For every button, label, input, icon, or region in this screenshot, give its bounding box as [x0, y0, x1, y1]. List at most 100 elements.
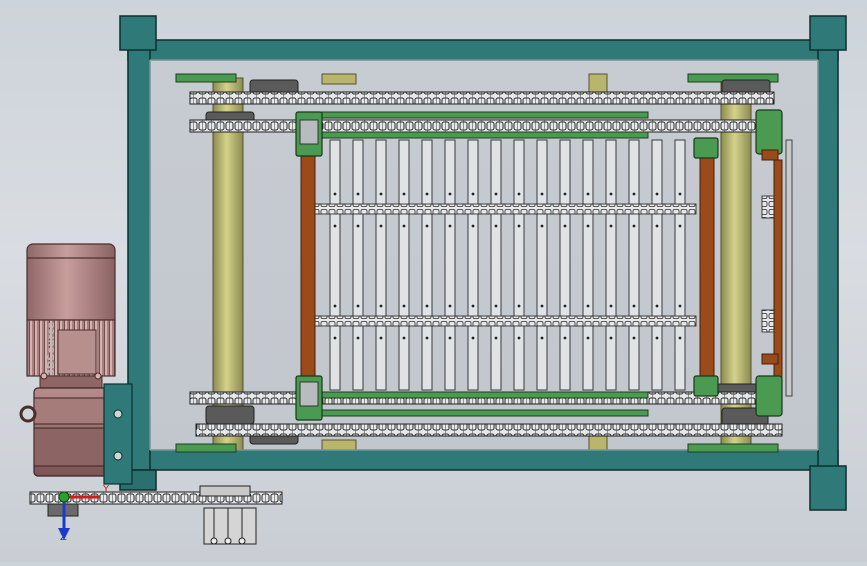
- bracket-top-far-right: [755, 109, 783, 155]
- slat-rivet: [402, 304, 406, 308]
- slat-rivet: [586, 304, 590, 308]
- slat-rivet: [517, 224, 521, 228]
- slat-rivet: [333, 304, 337, 308]
- frame-top-rail: [127, 39, 839, 61]
- bracket-bottom-right: [693, 375, 719, 397]
- slat-rivet: [655, 336, 659, 340]
- slat-rivet: [379, 336, 383, 340]
- slat-rivet: [356, 304, 360, 308]
- slat-rivet: [609, 224, 613, 228]
- slat: [674, 139, 686, 391]
- frame-right-post: [817, 39, 839, 471]
- slat-rivet: [402, 192, 406, 196]
- slat-rivet: [356, 224, 360, 228]
- slat-rivet: [609, 336, 613, 340]
- gearbox: [19, 383, 133, 485]
- slat-rivet: [563, 192, 567, 196]
- slat-rivet: [494, 224, 498, 228]
- slat-rivet: [517, 304, 521, 308]
- slat-rivet: [448, 192, 452, 196]
- slat: [605, 139, 617, 391]
- top-chain-lower: [189, 119, 781, 133]
- triad-origin: [58, 491, 70, 503]
- slat-rivet: [379, 224, 383, 228]
- slat-rivet: [448, 304, 452, 308]
- slat-rivet: [425, 304, 429, 308]
- slat-rivet: [609, 192, 613, 196]
- top-chain-upper: [189, 91, 775, 105]
- slat-rivet: [494, 304, 498, 308]
- slat-rivet: [333, 192, 337, 196]
- slat-rivet: [379, 192, 383, 196]
- slat-rivet: [494, 192, 498, 196]
- triad-z-label: Z: [60, 532, 67, 543]
- bottom-chain-lower: [195, 423, 783, 437]
- slat: [421, 139, 433, 391]
- cad-viewport[interactable]: 3DSource Y Z: [0, 0, 867, 562]
- motor-body: [26, 257, 116, 321]
- slat: [398, 139, 410, 391]
- slat-rivet: [678, 224, 682, 228]
- slat-rivet: [540, 224, 544, 228]
- slat-rivet: [586, 192, 590, 196]
- slat-rivet: [563, 336, 567, 340]
- triad-y-label: Y: [103, 484, 110, 495]
- slat-rivet: [655, 224, 659, 228]
- slat-rivet: [678, 304, 682, 308]
- tensioner-springs: [199, 485, 257, 545]
- slat-rivet: [632, 192, 636, 196]
- slat-rivet: [425, 192, 429, 196]
- slat-rivet: [655, 304, 659, 308]
- slat: [375, 139, 387, 391]
- slat-rivet: [563, 304, 567, 308]
- watermark-text: 3DSource: [46, 321, 57, 376]
- slat: [582, 139, 594, 391]
- slat: [513, 139, 525, 391]
- slat-rivet: [402, 224, 406, 228]
- slat-rivet: [586, 336, 590, 340]
- slat-rivet: [540, 304, 544, 308]
- cross-chain-upper: [311, 203, 697, 215]
- slat: [651, 139, 663, 391]
- slat-rivet: [655, 192, 659, 196]
- conveyor-assembly-drawing: [19, 15, 847, 545]
- slat: [467, 139, 479, 391]
- bracket-top-right: [693, 137, 719, 159]
- slat-rivet: [609, 304, 613, 308]
- slat-rivet: [678, 192, 682, 196]
- slat-rivet: [632, 336, 636, 340]
- slat-rivet: [379, 304, 383, 308]
- slat-rivet: [471, 304, 475, 308]
- slat: [490, 139, 502, 391]
- slat-rivet: [586, 224, 590, 228]
- slat-rivet: [471, 192, 475, 196]
- slat-rivet: [425, 336, 429, 340]
- slat-rivet: [356, 336, 360, 340]
- slat: [536, 139, 548, 391]
- slat-rivet: [448, 336, 452, 340]
- slat-rivet: [678, 336, 682, 340]
- slat-rivet: [471, 336, 475, 340]
- frame-corner-tl: [119, 15, 157, 51]
- slat-rivet: [563, 224, 567, 228]
- slat-rivet: [402, 336, 406, 340]
- slat: [329, 139, 341, 391]
- slat-rivet: [632, 304, 636, 308]
- slat-rivet: [540, 192, 544, 196]
- slat-rivet: [517, 192, 521, 196]
- slat-rivet: [540, 336, 544, 340]
- slat-rivet: [517, 336, 521, 340]
- slat-rivet: [333, 336, 337, 340]
- frame-corner-tr: [809, 15, 847, 51]
- slat-rivet: [471, 224, 475, 228]
- slat: [628, 139, 640, 391]
- slat: [559, 139, 571, 391]
- bracket-bottom-far-right: [755, 375, 783, 417]
- frame-corner-br: [809, 465, 847, 511]
- slat: [352, 139, 364, 391]
- slat-rivet: [494, 336, 498, 340]
- cross-chain-lower: [311, 315, 697, 327]
- slat-rivet: [333, 224, 337, 228]
- slat-rivet: [632, 224, 636, 228]
- slat: [444, 139, 456, 391]
